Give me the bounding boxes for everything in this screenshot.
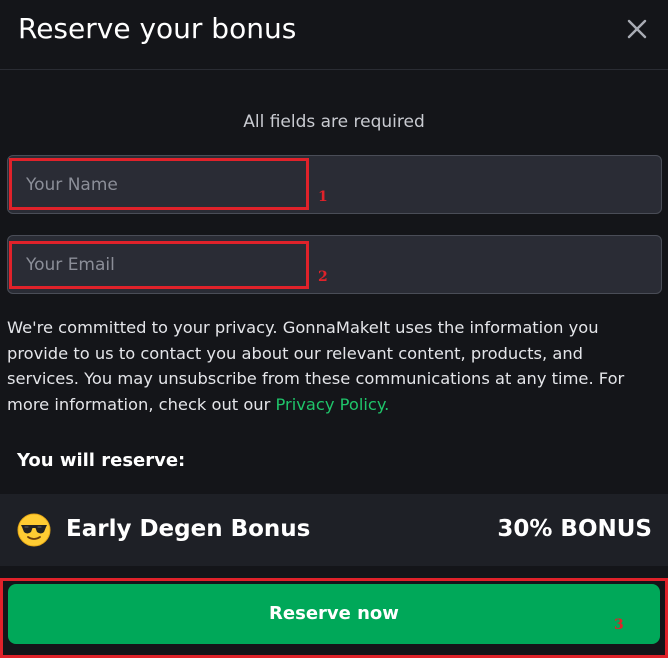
- reserve-now-button[interactable]: Reserve now: [8, 584, 660, 644]
- privacy-policy-link[interactable]: Privacy Policy.: [276, 395, 390, 414]
- privacy-notice: We're committed to your privacy. GonnaMa…: [7, 315, 659, 417]
- reserve-label: You will reserve:: [17, 450, 186, 471]
- close-icon: [627, 19, 647, 39]
- name-field-wrapper: [7, 155, 662, 214]
- name-input[interactable]: [8, 156, 661, 213]
- modal-header: Reserve your bonus: [0, 0, 668, 70]
- sunglasses-emoji-icon: [17, 513, 51, 547]
- email-input[interactable]: [8, 236, 661, 293]
- reserve-bonus-modal: Reserve your bonus All fields are requir…: [0, 0, 668, 658]
- modal-title: Reserve your bonus: [18, 12, 297, 45]
- bonus-name: Early Degen Bonus: [66, 516, 311, 542]
- bonus-row: Early Degen Bonus 30% BONUS: [0, 494, 668, 566]
- email-field-wrapper: [7, 235, 662, 294]
- close-button[interactable]: [622, 14, 652, 44]
- bonus-amount: 30% BONUS: [497, 516, 652, 542]
- required-fields-note: All fields are required: [243, 112, 425, 132]
